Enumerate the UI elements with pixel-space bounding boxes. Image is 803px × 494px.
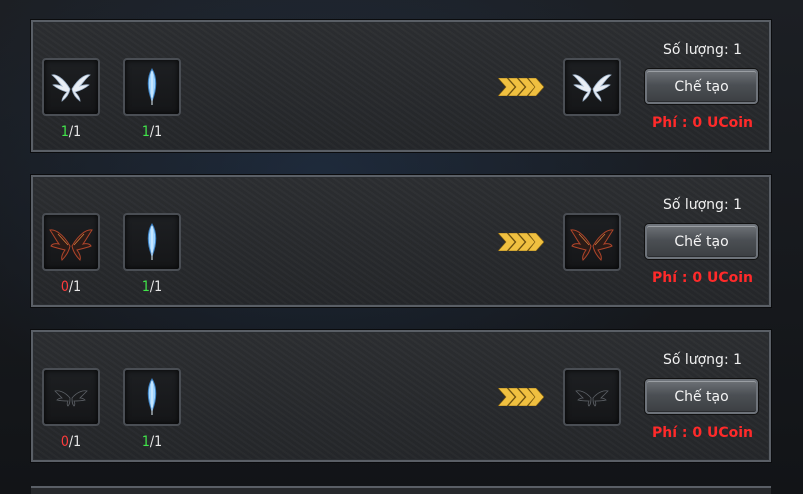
result-slot[interactable] [563, 213, 621, 271]
material-count-2: 1/1 [123, 434, 181, 450]
quantity-label: Số lượng: 1 [662, 352, 743, 368]
need-count: /1 [149, 124, 163, 140]
result-slot[interactable] [563, 58, 621, 116]
craft-button[interactable]: Chế tạo [645, 379, 758, 414]
need-count: /1 [68, 279, 82, 295]
have-count: 1 [141, 279, 150, 295]
material-count-1: 1/1 [42, 124, 100, 140]
craft-button[interactable]: Chế tạo [645, 224, 758, 259]
small-dark-wings-icon [575, 390, 609, 407]
dark-red-wings-icon [570, 229, 614, 261]
chevron-right-arrows-icon [498, 78, 544, 96]
material-slot-1[interactable] [42, 213, 100, 271]
have-count: 0 [60, 434, 69, 450]
crafting-window: 1/1 1/1 Số lượng: 1 Chế tạo Phí: 0 UCoi… [0, 0, 803, 494]
need-count: /1 [149, 279, 163, 295]
material-slot-1[interactable] [42, 58, 100, 116]
small-dark-wings-icon [54, 390, 88, 407]
material-slot-2[interactable] [123, 213, 181, 271]
white-wings-icon [51, 74, 91, 102]
white-wings-icon [572, 74, 612, 102]
fee-label: Phí : 0 UCoin [651, 115, 753, 131]
blue-feather-icon [147, 378, 157, 415]
have-count: 1 [141, 434, 150, 450]
blue-feather-icon [147, 223, 157, 260]
need-count: /1 [149, 434, 163, 450]
recipe-row-3: 0/1 1/1 Số lượng: 1 Chế tạo Phí: 0 UCoi… [31, 330, 771, 462]
need-count: /1 [68, 434, 82, 450]
material-count-2: 1/1 [123, 124, 181, 140]
fee-label: Phí : 0 UCoin [651, 270, 753, 286]
material-slot-2[interactable] [123, 58, 181, 116]
material-count-1: 0/1 [42, 279, 100, 295]
next-recipe-row-edge [31, 486, 771, 494]
quantity-label: Số lượng: 1 [662, 197, 743, 213]
material-count-2: 1/1 [123, 279, 181, 295]
material-slot-2[interactable] [123, 368, 181, 426]
chevron-right-arrows-icon [498, 233, 544, 251]
have-count: 1 [60, 124, 69, 140]
material-slot-1[interactable] [42, 368, 100, 426]
blue-feather-icon [147, 68, 157, 105]
recipe-row-1: 1/1 1/1 Số lượng: 1 Chế tạo Phí: 0 UCoi… [31, 20, 771, 152]
need-count: /1 [68, 124, 82, 140]
recipe-row-2: 0/1 1/1 Số lượng: 1 Chế tạo Phí: 0 UCoi… [31, 175, 771, 307]
quantity-label: Số lượng: 1 [662, 42, 743, 58]
have-count: 0 [60, 279, 69, 295]
have-count: 1 [141, 124, 150, 140]
result-slot[interactable] [563, 368, 621, 426]
craft-button[interactable]: Chế tạo [645, 69, 758, 104]
material-count-1: 0/1 [42, 434, 100, 450]
dark-red-wings-icon [49, 229, 93, 261]
fee-label: Phí : 0 UCoin [651, 425, 753, 441]
chevron-right-arrows-icon [498, 388, 544, 406]
